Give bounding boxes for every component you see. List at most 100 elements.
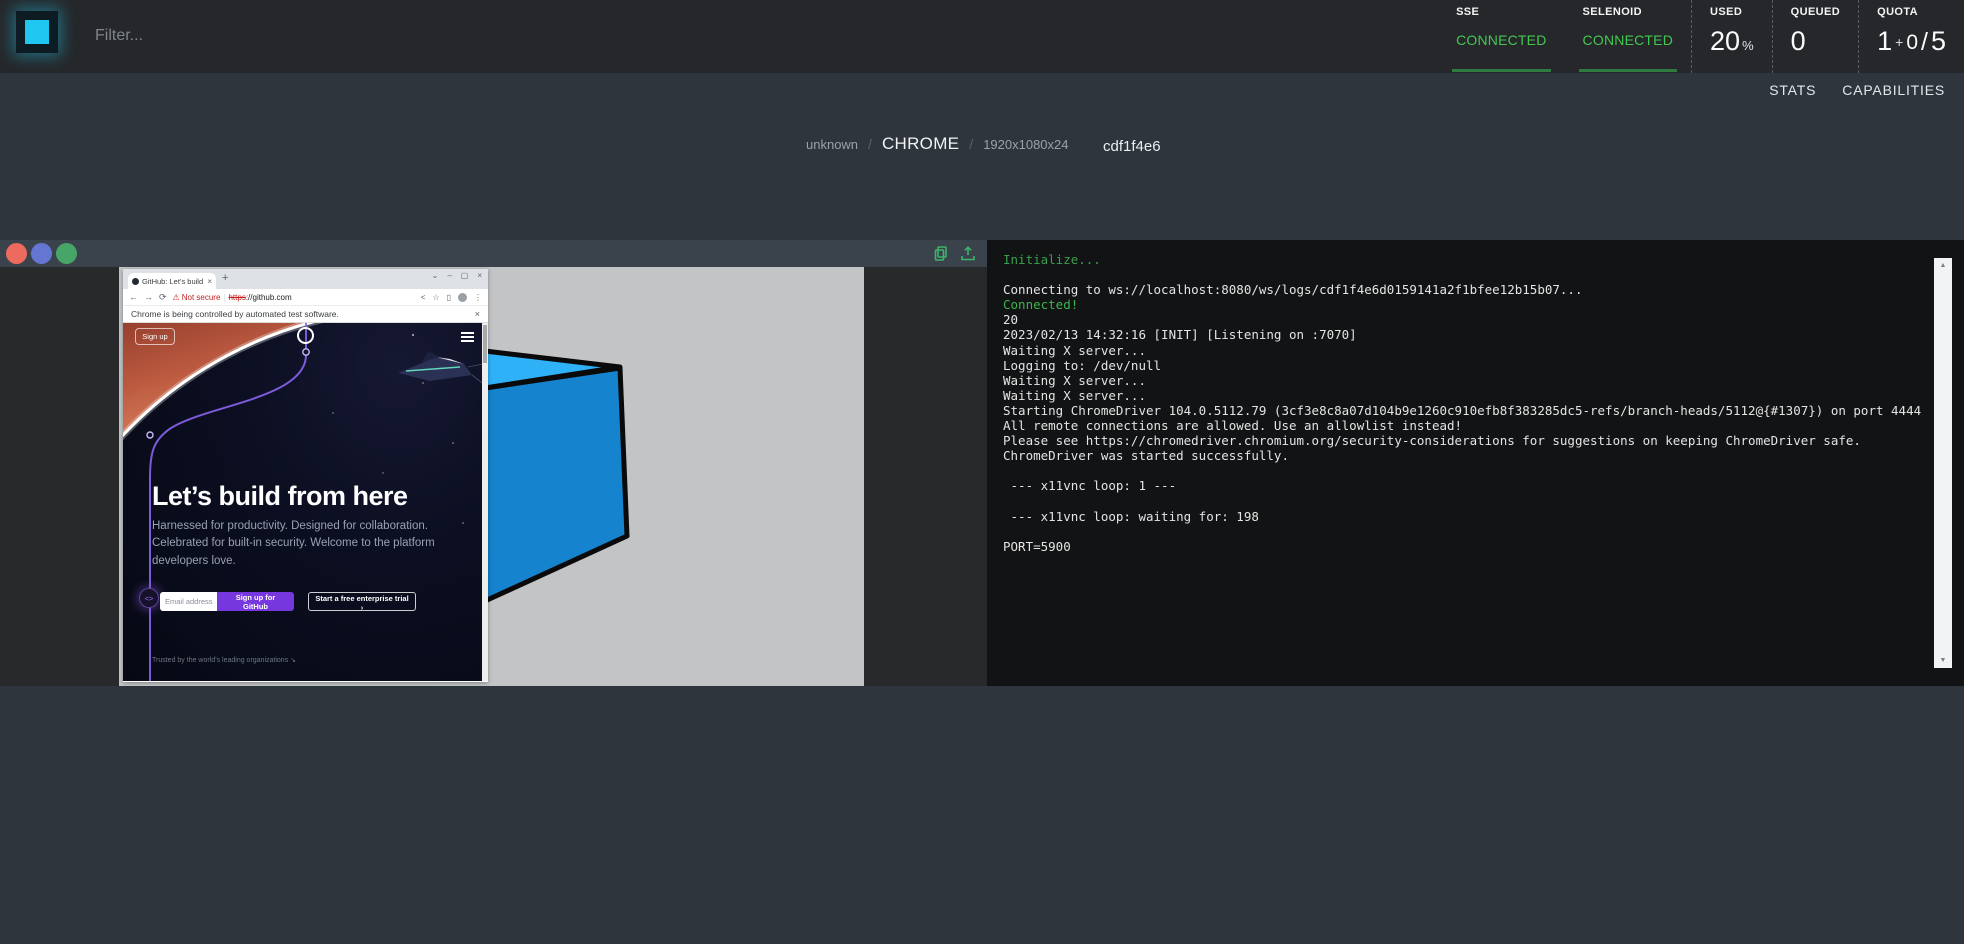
tab-close-icon[interactable]: × bbox=[207, 277, 212, 286]
session-separator: / bbox=[868, 136, 872, 152]
new-tab-button[interactable]: + bbox=[222, 272, 228, 284]
used-value: 20 bbox=[1710, 26, 1740, 56]
sse-status: SSE CONNECTED bbox=[1438, 0, 1564, 73]
quota-stat: QUOTA 1+0/5 bbox=[1858, 0, 1964, 73]
log-line: Connected! bbox=[1003, 297, 1924, 312]
scroll-up-icon[interactable]: ▲ bbox=[1934, 262, 1952, 269]
used-stat: USED 20% bbox=[1691, 0, 1772, 73]
profile-avatar[interactable] bbox=[458, 293, 467, 302]
close-window-button[interactable] bbox=[6, 243, 27, 264]
code-badge-icon: <> bbox=[139, 588, 159, 608]
email-field[interactable] bbox=[160, 592, 217, 611]
minimize-icon[interactable]: – bbox=[447, 271, 451, 280]
log-scrollbar[interactable]: ▲ ▼ bbox=[1934, 258, 1952, 668]
queued-label: QUEUED bbox=[1791, 6, 1840, 18]
quota-label: QUOTA bbox=[1877, 6, 1946, 18]
vnc-screen[interactable]: GitHub: Let’s build from he… × + ⌄ – ▢ ×… bbox=[119, 267, 864, 686]
log-line: Please see https://chromedriver.chromium… bbox=[1003, 433, 1924, 448]
copy-icon[interactable] bbox=[932, 244, 950, 262]
session-browser: CHROME bbox=[882, 134, 959, 154]
session-row[interactable]: unknown / CHROME / 1920x1080x24 bbox=[806, 134, 1069, 154]
menu-dots-icon[interactable]: ⋮ bbox=[474, 293, 482, 302]
session-id[interactable]: cdf1f4e6 bbox=[1103, 138, 1161, 155]
not-secure-label[interactable]: Not secure bbox=[182, 293, 221, 302]
log-line: PORT=5900 bbox=[1003, 539, 1924, 554]
filter-input[interactable] bbox=[93, 18, 417, 54]
github-hero-page: Sign up Let’s build from here Harnessed … bbox=[123, 323, 488, 681]
upload-icon[interactable] bbox=[959, 244, 977, 262]
used-label: USED bbox=[1710, 6, 1754, 18]
log-panel: Initialize... Connecting to ws://localho… bbox=[987, 240, 1964, 686]
selenoid-value: CONNECTED bbox=[1583, 32, 1673, 48]
log-line: All remote connections are allowed. Use … bbox=[1003, 418, 1924, 433]
log-line: Starting ChromeDriver 104.0.5112.79 (3cf… bbox=[1003, 403, 1924, 418]
hamburger-menu-icon[interactable] bbox=[461, 332, 474, 344]
quota-plus: + bbox=[1895, 34, 1903, 50]
browser-tab[interactable]: GitHub: Let’s build from he… × bbox=[128, 273, 216, 289]
queued-value: 0 bbox=[1791, 26, 1840, 57]
log-line: Logging to: /dev/null bbox=[1003, 358, 1924, 373]
subnav: STATS CAPABILITIES bbox=[1769, 82, 1945, 98]
address-bar: ← → ⟳ ⚠ Not secure | https ://github.com… bbox=[123, 289, 488, 306]
url-divider: | bbox=[223, 293, 225, 302]
app-logo-icon[interactable] bbox=[16, 11, 58, 53]
side-panel-icon[interactable]: ▯ bbox=[447, 293, 451, 302]
log-line: ChromeDriver was started successfully. bbox=[1003, 448, 1924, 463]
trusted-orgs-text: Trusted by the world’s leading organizat… bbox=[152, 656, 296, 664]
tab-stats[interactable]: STATS bbox=[1769, 82, 1816, 98]
zoom-window-button[interactable] bbox=[56, 243, 77, 264]
minimize-window-button[interactable] bbox=[31, 243, 52, 264]
selenoid-status: SELENOID CONNECTED bbox=[1565, 0, 1691, 73]
not-secure-warning-icon: ⚠ bbox=[173, 293, 180, 302]
scroll-down-icon[interactable]: ▼ bbox=[1934, 657, 1952, 664]
bookmark-star-icon[interactable]: ☆ bbox=[432, 293, 439, 302]
log-content: Initialize... Connecting to ws://localho… bbox=[1003, 252, 1924, 554]
selenoid-label: SELENOID bbox=[1583, 6, 1673, 18]
maximize-icon[interactable]: ▢ bbox=[461, 271, 469, 280]
back-icon[interactable]: ← bbox=[129, 292, 138, 302]
session-resolution: 1920x1080x24 bbox=[983, 137, 1068, 152]
log-line: 20 bbox=[1003, 312, 1924, 327]
log-line: Waiting X server... bbox=[1003, 343, 1924, 358]
infobar-text: Chrome is being controlled by automated … bbox=[131, 309, 339, 319]
log-line: --- x11vnc loop: 1 --- bbox=[1003, 478, 1924, 493]
share-icon[interactable]: < bbox=[421, 293, 426, 302]
selenoid-status-underline bbox=[1579, 69, 1677, 72]
log-line: --- x11vnc loop: waiting for: 198 bbox=[1003, 509, 1924, 524]
page-scrollbar-thumb[interactable] bbox=[483, 325, 487, 363]
url-scheme: https bbox=[228, 293, 245, 302]
browser-window-controls: ⌄ – ▢ × bbox=[432, 271, 482, 280]
url-host[interactable]: ://github.com bbox=[246, 293, 292, 302]
quota-total: 5 bbox=[1931, 26, 1946, 56]
github-heading: Let’s build from here bbox=[152, 481, 408, 512]
quota-slash: / bbox=[1921, 28, 1928, 56]
github-logo-icon bbox=[297, 327, 314, 344]
tab-capabilities[interactable]: CAPABILITIES bbox=[1842, 82, 1945, 98]
log-line: Waiting X server... bbox=[1003, 388, 1924, 403]
quota-current: 1 bbox=[1877, 26, 1892, 56]
used-unit: % bbox=[1742, 38, 1754, 53]
tab-strip: GitHub: Let’s build from he… × + ⌄ – ▢ × bbox=[123, 269, 488, 289]
enterprise-trial-button[interactable]: Start a free enterprise trial › bbox=[308, 592, 416, 611]
forward-icon[interactable]: → bbox=[144, 292, 153, 302]
log-line bbox=[1003, 494, 1924, 509]
github-subtext: Harnessed for productivity. Designed for… bbox=[152, 518, 446, 570]
automation-infobar: Chrome is being controlled by automated … bbox=[123, 306, 488, 323]
log-line bbox=[1003, 524, 1924, 539]
infobar-close-icon[interactable]: × bbox=[475, 309, 480, 319]
github-signup-top-button[interactable]: Sign up bbox=[135, 328, 175, 345]
log-line: 2023/02/13 14:32:16 [INIT] [Listening on… bbox=[1003, 327, 1924, 342]
reload-icon[interactable]: ⟳ bbox=[159, 292, 167, 303]
github-signup-cta-button[interactable]: Sign up for GitHub bbox=[217, 592, 294, 611]
vnc-toolbar-icons bbox=[932, 244, 977, 262]
close-icon[interactable]: × bbox=[477, 271, 482, 280]
sse-value: CONNECTED bbox=[1456, 32, 1546, 48]
github-favicon-icon bbox=[132, 278, 139, 285]
address-bar-actions: < ☆ ▯ ⋮ bbox=[421, 293, 482, 302]
log-line bbox=[1003, 267, 1924, 282]
logo-square bbox=[25, 20, 49, 44]
vnc-pane: GitHub: Let’s build from he… × + ⌄ – ▢ ×… bbox=[0, 267, 987, 686]
window-controls bbox=[6, 243, 77, 264]
tab-search-icon[interactable]: ⌄ bbox=[432, 271, 439, 280]
page-scrollbar[interactable] bbox=[482, 323, 488, 681]
